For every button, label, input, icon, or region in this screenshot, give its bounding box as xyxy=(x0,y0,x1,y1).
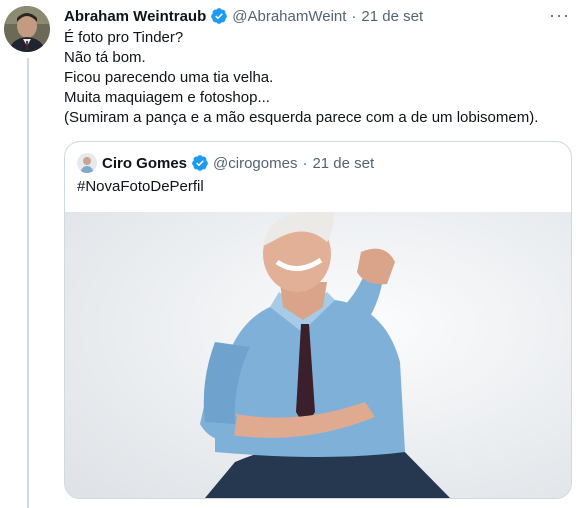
tweet-text: É foto pro Tinder? Não tá bom. Ficou par… xyxy=(64,28,574,128)
tweet-date[interactable]: 21 de set xyxy=(361,8,423,25)
verified-badge-icon xyxy=(192,155,208,171)
tweet-line: (Sumiram a pança e a mão esquerda parece… xyxy=(64,109,539,126)
separator: · xyxy=(351,7,357,25)
verified-badge-icon xyxy=(211,8,228,24)
quoted-author-avatar xyxy=(77,153,97,173)
quoted-author-name[interactable]: Ciro Gomes xyxy=(102,155,187,172)
tweet-line: Muita maquiagem e fotoshop... xyxy=(64,89,270,106)
separator: · xyxy=(302,154,308,172)
tweet-header: Abraham Weintraub @AbrahamWeint · 21 de … xyxy=(64,6,546,26)
quoted-tweet-date: 21 de set xyxy=(312,154,375,172)
tweet-line: Não tá bom. xyxy=(64,49,146,66)
author-handle[interactable]: @AbrahamWeint xyxy=(232,8,346,25)
quoted-tweet-photo[interactable] xyxy=(65,212,571,498)
quoted-tweet-card[interactable]: Ciro Gomes @cirogomes · 21 de set #NovaF… xyxy=(64,141,572,499)
quoted-tweet-text: #NovaFotoDePerfil xyxy=(77,178,204,195)
thread-line xyxy=(27,58,29,508)
tweet-line: É foto pro Tinder? xyxy=(64,29,184,46)
author-avatar[interactable] xyxy=(4,6,50,52)
author-name[interactable]: Abraham Weintraub xyxy=(64,8,206,25)
quoted-tweet-header: Ciro Gomes @cirogomes · 21 de set xyxy=(77,152,374,174)
more-options-icon[interactable]: ··· xyxy=(549,6,570,24)
quoted-author-handle: @cirogomes xyxy=(213,154,298,172)
tweet-line: Ficou parecendo uma tia velha. xyxy=(64,69,274,86)
